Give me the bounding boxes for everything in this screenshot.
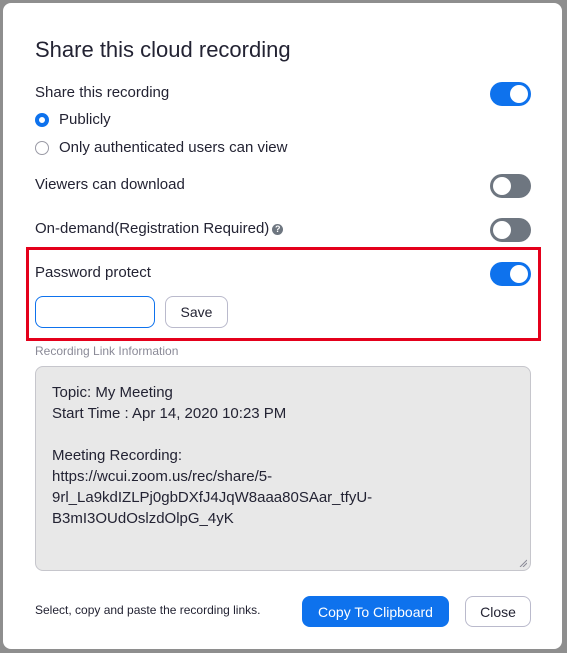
on-demand-text: On-demand(Registration Required)	[35, 220, 270, 237]
meeting-recording-line: Meeting Recording:	[52, 447, 183, 464]
recording-url-line-1: https://wcui.zoom.us/rec/share/5-	[52, 468, 273, 485]
save-password-button[interactable]: Save	[165, 296, 228, 328]
footer-hint: Select, copy and paste the recording lin…	[35, 603, 261, 617]
radio-publicly-label: Publicly	[59, 111, 111, 128]
toggle-knob	[493, 221, 511, 239]
resize-grip-icon[interactable]	[519, 559, 527, 567]
recording-link-info-textarea[interactable]: Topic: My Meeting Start Time : Apr 14, 2…	[35, 366, 531, 571]
radio-publicly[interactable]: Publicly	[35, 111, 111, 128]
topic-line: Topic: My Meeting	[52, 384, 173, 401]
radio-authenticated-only[interactable]: Only authenticated users can view	[35, 139, 287, 156]
share-recording-label: Share this recording	[35, 84, 170, 101]
recording-link-info-label: Recording Link Information	[35, 344, 179, 358]
start-time-line: Start Time : Apr 14, 2020 10:23 PM	[52, 405, 287, 422]
on-demand-toggle[interactable]	[490, 218, 531, 242]
radio-checked-icon[interactable]	[35, 112, 49, 127]
toggle-knob	[493, 177, 511, 195]
radio-unchecked-icon[interactable]	[35, 140, 49, 155]
toggle-knob	[510, 85, 528, 103]
password-protect-toggle[interactable]	[490, 262, 531, 286]
question-circle-icon[interactable]: ?	[272, 224, 284, 235]
share-recording-dialog: Share this cloud recording Share this re…	[3, 3, 562, 649]
on-demand-label: On-demand(Registration Required)?	[35, 220, 284, 237]
recording-url-line-3: B3mI3OUdOslzdOlpG_4yK	[52, 510, 234, 527]
viewers-download-label: Viewers can download	[35, 176, 185, 193]
password-input[interactable]	[35, 296, 155, 328]
viewers-download-toggle[interactable]	[490, 174, 531, 198]
close-button[interactable]: Close	[465, 596, 531, 627]
copy-to-clipboard-button[interactable]: Copy To Clipboard	[302, 596, 449, 627]
share-recording-toggle[interactable]	[490, 82, 531, 106]
toggle-knob	[510, 265, 528, 283]
dialog-title: Share this cloud recording	[35, 37, 291, 62]
radio-authenticated-label: Only authenticated users can view	[59, 139, 288, 156]
password-protect-label: Password protect	[35, 264, 151, 281]
recording-url-line-2: 9rl_La9kdIZLPj0gbDXfJ4JqW8aaa80SAar_tfyU…	[52, 489, 373, 506]
